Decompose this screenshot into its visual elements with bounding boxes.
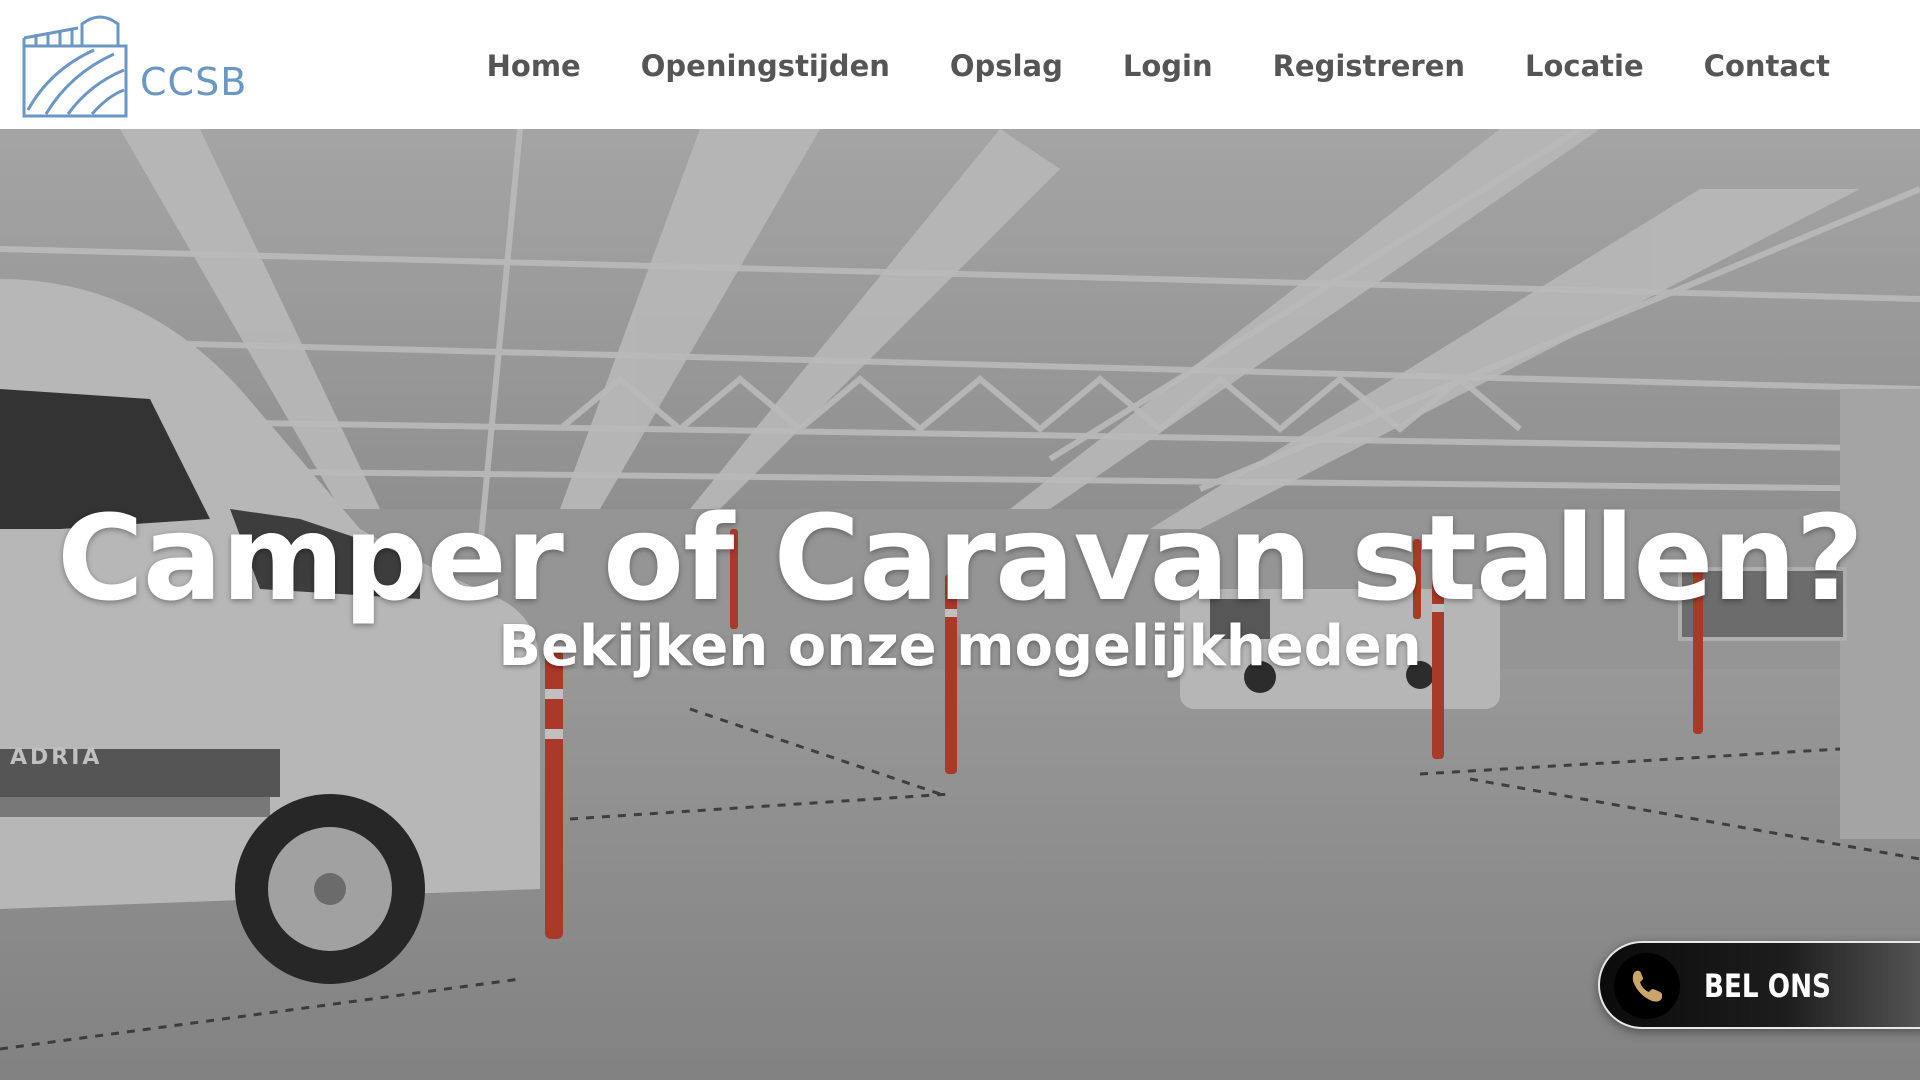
- logo-text: CCSB: [140, 60, 248, 104]
- call-us-label: BEL ONS: [1704, 967, 1831, 1005]
- hero-title: Camper of Caravan stallen?: [57, 489, 1864, 627]
- nav-home[interactable]: Home: [457, 44, 611, 88]
- site-header: CCSB Home Openingstijden Opslag Login Re…: [0, 0, 1920, 129]
- nav-locatie[interactable]: Locatie: [1495, 44, 1674, 88]
- nav-openingstijden[interactable]: Openingstijden: [611, 44, 920, 88]
- nav-opslag[interactable]: Opslag: [920, 44, 1093, 88]
- nav-contact[interactable]: Contact: [1674, 44, 1860, 88]
- phone-icon: [1614, 953, 1680, 1019]
- call-us-button[interactable]: BEL ONS: [1598, 941, 1920, 1029]
- main-nav: Home Openingstijden Opslag Login Registr…: [457, 44, 1860, 88]
- nav-login[interactable]: Login: [1093, 44, 1243, 88]
- barn-logo-icon: [22, 15, 128, 118]
- nav-registreren[interactable]: Registreren: [1243, 44, 1495, 88]
- hero-subtitle: Bekijken onze mogelijkheden: [498, 614, 1422, 679]
- hero-section: ADRIA Camper of Caravan stallen? Bekijke…: [0, 129, 1920, 1080]
